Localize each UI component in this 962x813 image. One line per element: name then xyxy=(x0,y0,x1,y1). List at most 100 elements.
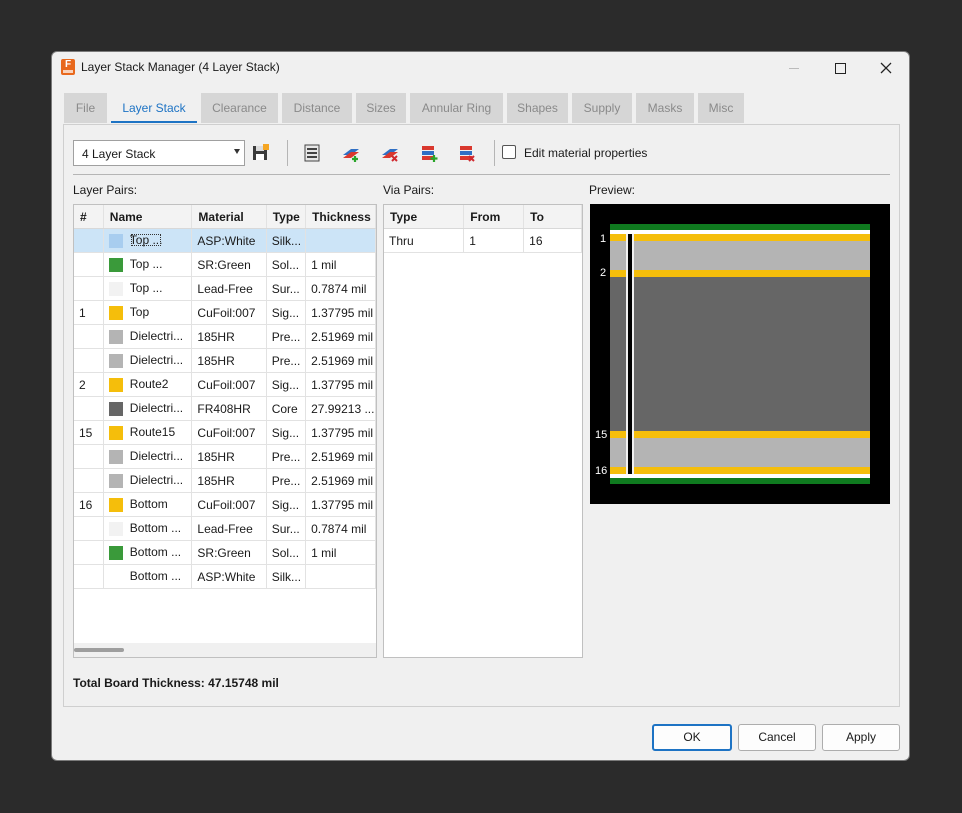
layer-number-cell[interactable]: 1 xyxy=(74,300,104,325)
layer-material-cell[interactable]: CuFoil:007 xyxy=(191,492,267,517)
layer-color-swatch[interactable] xyxy=(108,569,123,584)
apply-button[interactable]: Apply xyxy=(822,724,900,751)
layer-number-cell[interactable]: 2 xyxy=(74,372,104,397)
layer-number-cell[interactable] xyxy=(74,468,104,493)
tab-sizes[interactable]: Sizes xyxy=(356,93,406,123)
table-row[interactable]: Bottom ... Lead-Free Sur... 0.7874 mil xyxy=(74,516,376,541)
layer-color-swatch[interactable] xyxy=(108,377,123,392)
layer-type-cell[interactable]: Pre... xyxy=(266,468,307,493)
layer-thickness-cell[interactable]: 2.51969 mil xyxy=(305,348,376,373)
layer-name-cell[interactable]: Bottom ... xyxy=(103,564,193,589)
table-row[interactable]: Dielectri... 185HR Pre... 2.51969 mil xyxy=(74,468,376,493)
remove-layer-icon[interactable] xyxy=(380,143,400,163)
layer-name-cell[interactable]: Top ... xyxy=(103,228,193,253)
layer-number-cell[interactable] xyxy=(74,228,104,253)
layer-thickness-cell[interactable]: 1.37795 mil xyxy=(305,372,376,397)
table-row[interactable]: Dielectri... 185HR Pre... 2.51969 mil xyxy=(74,444,376,469)
column-header-thickness[interactable]: Thickness xyxy=(305,205,376,229)
tab-file[interactable]: File xyxy=(64,93,107,123)
layer-material-cell[interactable]: 185HR xyxy=(191,444,267,469)
table-row[interactable]: Bottom ... SR:Green Sol... 1 mil xyxy=(74,540,376,565)
tab-masks[interactable]: Masks xyxy=(636,93,694,123)
layer-stack-dropdown[interactable]: 4 Layer Stack xyxy=(73,140,245,166)
layer-material-cell[interactable]: ASP:White xyxy=(191,228,267,253)
layer-number-cell[interactable]: 16 xyxy=(74,492,104,517)
tab-annular-ring[interactable]: Annular Ring xyxy=(410,93,503,123)
layer-color-swatch[interactable] xyxy=(108,497,123,512)
layer-color-swatch[interactable] xyxy=(108,401,123,416)
table-row[interactable]: 16 Bottom CuFoil:007 Sig... 1.37795 mil xyxy=(74,492,376,517)
layer-number-cell[interactable] xyxy=(74,252,104,277)
layer-color-swatch[interactable] xyxy=(108,257,123,272)
horizontal-scrollbar[interactable] xyxy=(74,643,376,657)
layer-name-cell[interactable]: Route15 xyxy=(103,420,193,445)
remove-via-pair-icon[interactable] xyxy=(457,143,477,163)
layer-color-swatch[interactable] xyxy=(108,473,123,488)
layer-type-cell[interactable]: Silk... xyxy=(266,564,307,589)
tab-layer-stack[interactable]: Layer Stack xyxy=(111,93,197,123)
layer-type-cell[interactable]: Pre... xyxy=(266,444,307,469)
layer-thickness-cell[interactable]: 0.7874 mil xyxy=(305,276,376,301)
add-layer-icon[interactable] xyxy=(341,143,361,163)
layer-material-cell[interactable]: Lead-Free xyxy=(191,276,267,301)
table-row[interactable]: 2 Route2 CuFoil:007 Sig... 1.37795 mil xyxy=(74,372,376,397)
layer-material-cell[interactable]: CuFoil:007 xyxy=(191,420,267,445)
layer-color-swatch[interactable] xyxy=(108,353,123,368)
layer-material-cell[interactable]: 185HR xyxy=(191,348,267,373)
layer-thickness-cell[interactable]: 1 mil xyxy=(305,540,376,565)
add-via-pair-icon[interactable] xyxy=(419,143,439,163)
layer-material-cell[interactable]: Lead-Free xyxy=(191,516,267,541)
layer-material-cell[interactable]: FR408HR xyxy=(191,396,267,421)
save-stack-icon[interactable] xyxy=(251,143,271,163)
column-header-to[interactable]: To xyxy=(523,205,582,229)
layer-number-cell[interactable]: 15 xyxy=(74,420,104,445)
table-row[interactable]: Dielectri... 185HR Pre... 2.51969 mil xyxy=(74,348,376,373)
layer-material-cell[interactable]: 185HR xyxy=(191,324,267,349)
layer-material-cell[interactable]: 185HR xyxy=(191,468,267,493)
layer-thickness-cell[interactable]: 0.7874 mil xyxy=(305,516,376,541)
layer-type-cell[interactable]: Sol... xyxy=(266,252,307,277)
column-header-via-type[interactable]: Type xyxy=(384,205,465,229)
cancel-button[interactable]: Cancel xyxy=(738,724,816,751)
tab-distance[interactable]: Distance xyxy=(282,93,352,123)
layer-name-cell[interactable]: Dielectri... xyxy=(103,396,193,421)
layer-material-cell[interactable]: CuFoil:007 xyxy=(191,300,267,325)
layer-material-cell[interactable]: ASP:White xyxy=(191,564,267,589)
layer-type-cell[interactable]: Sig... xyxy=(266,372,307,397)
layer-thickness-cell[interactable]: 1 mil xyxy=(305,252,376,277)
layer-color-swatch[interactable] xyxy=(108,545,123,560)
layer-name-cell[interactable]: Dielectri... xyxy=(103,324,193,349)
table-row[interactable]: Dielectri... 185HR Pre... 2.51969 mil xyxy=(74,324,376,349)
layer-name-cell[interactable]: Top xyxy=(103,300,193,325)
layer-color-swatch[interactable] xyxy=(108,233,123,248)
layer-color-swatch[interactable] xyxy=(108,305,123,320)
layer-thickness-cell[interactable]: 1.37795 mil xyxy=(305,420,376,445)
tab-shapes[interactable]: Shapes xyxy=(507,93,568,123)
table-row[interactable]: Top ... SR:Green Sol... 1 mil xyxy=(74,252,376,277)
via-to-cell[interactable]: 16 xyxy=(523,228,582,253)
column-header-name[interactable]: Name xyxy=(103,205,193,229)
layer-number-cell[interactable] xyxy=(74,348,104,373)
column-header-number[interactable]: # xyxy=(74,205,104,229)
table-row[interactable]: Thru 1 16 xyxy=(384,228,582,253)
layer-color-swatch[interactable] xyxy=(108,425,123,440)
table-row[interactable]: 15 Route15 CuFoil:007 Sig... 1.37795 mil xyxy=(74,420,376,445)
layer-thickness-cell[interactable]: 2.51969 mil xyxy=(305,468,376,493)
layer-thickness-cell[interactable]: 2.51969 mil xyxy=(305,324,376,349)
via-type-cell[interactable]: Thru xyxy=(384,228,465,253)
layer-thickness-cell[interactable] xyxy=(305,564,376,589)
layer-thickness-cell[interactable]: 1.37795 mil xyxy=(305,492,376,517)
tab-misc[interactable]: Misc xyxy=(698,93,744,123)
layer-number-cell[interactable] xyxy=(74,540,104,565)
layer-type-cell[interactable]: Silk... xyxy=(266,228,307,253)
layer-name-cell[interactable]: Bottom xyxy=(103,492,193,517)
layer-type-cell[interactable]: Sig... xyxy=(266,492,307,517)
layer-type-cell[interactable]: Core xyxy=(266,396,307,421)
table-row[interactable]: Top ... Lead-Free Sur... 0.7874 mil xyxy=(74,276,376,301)
layer-color-swatch[interactable] xyxy=(108,281,123,296)
layer-type-cell[interactable]: Sur... xyxy=(266,276,307,301)
layer-name-cell[interactable]: Bottom ... xyxy=(103,540,193,565)
layer-thickness-cell[interactable] xyxy=(305,228,376,253)
table-row[interactable]: Top ... ASP:White Silk... xyxy=(74,228,376,253)
layer-name-cell[interactable]: Route2 xyxy=(103,372,193,397)
